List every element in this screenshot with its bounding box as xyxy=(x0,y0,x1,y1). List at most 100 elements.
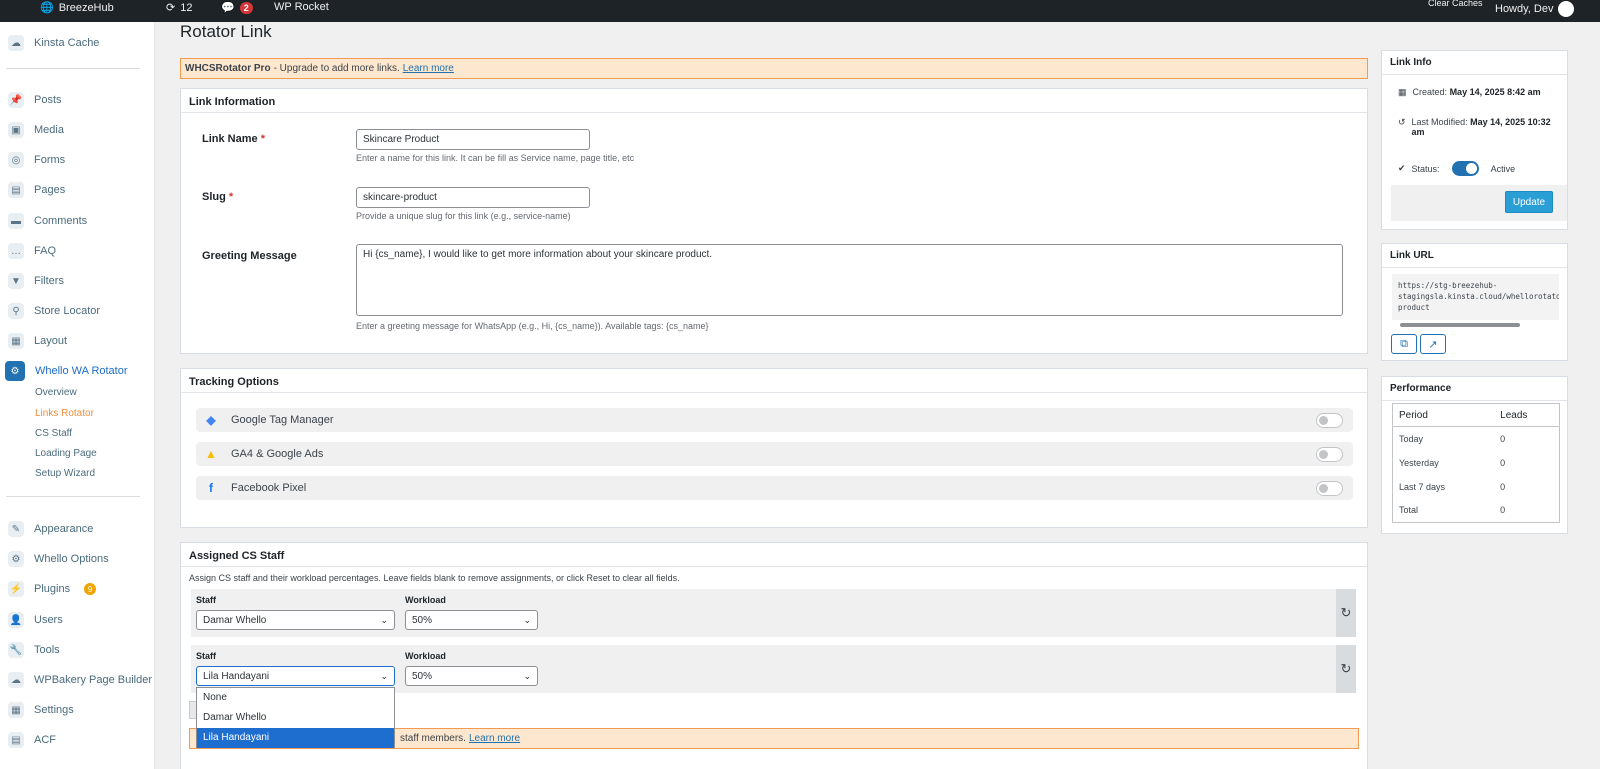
link-name-input[interactable]: Skincare Product xyxy=(356,129,590,150)
check-circle-icon: ✔ xyxy=(1398,163,1406,173)
plug-icon: ⚡ xyxy=(8,581,24,597)
sidebar-item-faq[interactable]: … FAQ xyxy=(8,243,56,259)
greeting-textarea[interactable]: Hi {cs_name}, I would like to get more i… xyxy=(356,244,1343,316)
submenu-overview[interactable]: Overview xyxy=(35,387,77,398)
site-link[interactable]: 🌐 BreezeHub xyxy=(40,1,114,15)
gtm-toggle[interactable] xyxy=(1316,413,1343,428)
settings-icon: ▦ xyxy=(8,702,24,718)
sidebar-item-appearance[interactable]: ✎ Appearance xyxy=(8,521,93,537)
submenu-loading-page[interactable]: Loading Page xyxy=(35,448,97,459)
workload-label: Workload xyxy=(405,651,446,661)
sidebar-item-users[interactable]: 👤 Users xyxy=(8,612,63,628)
sidebar-item-settings[interactable]: ▦ Settings xyxy=(8,702,74,718)
copy-icon[interactable]: ⧉ xyxy=(1391,334,1417,354)
link-name-label: Link Name * xyxy=(202,133,265,145)
comments-link[interactable]: 💬 2 xyxy=(221,1,253,14)
chevron-down-icon: ⌄ xyxy=(380,671,388,681)
panel-header: Performance xyxy=(1382,377,1567,401)
pages-icon: ▤ xyxy=(8,182,24,198)
staff-intro: Assign CS staff and their workload perce… xyxy=(189,573,680,583)
sidebar-item-comments[interactable]: ▬ Comments xyxy=(8,213,87,229)
sidebar-item-acf[interactable]: ▤ ACF xyxy=(8,732,56,748)
tracking-ga4: ▲ GA4 & Google Ads xyxy=(196,442,1353,466)
howdy-link[interactable]: Howdy, Dev xyxy=(1495,1,1575,17)
panel-header: Link URL xyxy=(1382,244,1567,268)
sidebar-item-kinsta-cache[interactable]: ☁ Kinsta Cache xyxy=(8,35,99,51)
sidebar-item-pages[interactable]: ▤ Pages xyxy=(8,182,65,198)
sidebar-item-media[interactable]: ▣ Media xyxy=(8,122,64,138)
staff-label: Staff xyxy=(196,595,216,605)
clear-caches-link[interactable]: Clear Caches xyxy=(1428,0,1483,8)
brush-icon: ✎ xyxy=(8,521,24,537)
divider xyxy=(6,68,140,69)
chevron-down-icon: ⌄ xyxy=(380,615,388,625)
reset-icon[interactable]: ↻ xyxy=(1336,589,1356,637)
workload-select-1[interactable]: 50% ⌄ xyxy=(405,610,538,630)
horizontal-scrollbar[interactable] xyxy=(1392,322,1559,328)
table-row: Today 0 xyxy=(1399,433,1506,444)
staff-dropdown-list: None Damar Whello Lila Handayani xyxy=(196,687,395,748)
grid-icon: ▦ xyxy=(8,333,24,349)
plugins-count: 9 xyxy=(84,583,97,595)
forms-icon: ◎ xyxy=(8,152,24,168)
ga4-toggle[interactable] xyxy=(1316,447,1343,462)
box-header: Tracking Options xyxy=(181,369,1367,393)
col-header: Period xyxy=(1392,403,1495,427)
dropdown-option[interactable]: None xyxy=(197,688,394,708)
submenu-links-rotator[interactable]: Links Rotator xyxy=(35,408,94,419)
staff-select-1[interactable]: Damar Whello ⌄ xyxy=(196,610,395,630)
panel-header: Link Info xyxy=(1382,51,1567,75)
workload-label: Workload xyxy=(405,595,446,605)
media-icon: ▣ xyxy=(8,122,24,138)
sidebar-item-wpbakery[interactable]: ☁ WPBakery Page Builder xyxy=(8,672,152,688)
wp-rocket-link[interactable]: WP Rocket xyxy=(274,1,329,13)
submenu-setup-wizard[interactable]: Setup Wizard xyxy=(35,468,95,479)
sidebar-item-store-locator[interactable]: ⚲ Store Locator xyxy=(8,303,100,319)
external-link-icon[interactable]: ↗ xyxy=(1420,334,1446,354)
sidebar-item-plugins[interactable]: ⚡ Plugins 9 xyxy=(8,581,97,597)
sidebar-item-posts[interactable]: 📌 Posts xyxy=(8,92,62,108)
reset-icon[interactable]: ↻ xyxy=(1336,645,1356,693)
learn-more-link[interactable]: Learn more xyxy=(469,733,520,744)
sidebar-item-filters[interactable]: ▼ Filters xyxy=(8,273,64,289)
acf-icon: ▤ xyxy=(8,732,24,748)
learn-more-link[interactable]: Learn more xyxy=(403,63,454,74)
staff-row-1: Staff Workload Damar Whello ⌄ 50% ⌄ ↻ xyxy=(191,589,1356,637)
slug-input[interactable]: skincare-product xyxy=(356,187,590,208)
url-code: https://stg-breezehub- stagingsla.kinsta… xyxy=(1392,274,1559,320)
col-header: Leads xyxy=(1494,403,1560,427)
tracking-facebook: f Facebook Pixel xyxy=(196,476,1353,500)
staff-select-2[interactable]: Lila Handayani ⌄ xyxy=(196,666,395,686)
sidebar-item-whello-wa-rotator[interactable]: ⚙ Whello WA Rotator xyxy=(5,361,128,381)
link-url-panel: Link URL https://stg-breezehub- stagings… xyxy=(1381,243,1568,361)
status-toggle[interactable] xyxy=(1451,161,1479,176)
wrench-icon: 🔧 xyxy=(8,642,24,658)
gear-icon: ⚙ xyxy=(5,361,25,381)
updates-link[interactable]: ⟳ 12 xyxy=(166,1,192,15)
status-row: ✔ Status: Active xyxy=(1398,161,1515,176)
sidebar-item-whello-options[interactable]: ⚙ Whello Options xyxy=(8,551,109,567)
box-header: Assigned CS Staff xyxy=(181,543,1367,567)
slug-label: Slug * xyxy=(202,191,234,203)
performance-panel: Performance Period Leads Today 0 Yesterda… xyxy=(1381,376,1568,534)
workload-select-2[interactable]: 50% ⌄ xyxy=(405,666,538,686)
submenu-cs-staff[interactable]: CS Staff xyxy=(35,428,72,439)
sidebar-item-layout[interactable]: ▦ Layout xyxy=(8,333,67,349)
dropdown-option[interactable]: Damar Whello xyxy=(197,708,394,728)
cloud-icon: ☁ xyxy=(8,35,24,51)
dropdown-option-selected[interactable]: Lila Handayani xyxy=(197,728,394,748)
pin-icon: 📌 xyxy=(8,92,24,108)
faq-icon: … xyxy=(8,243,24,259)
performance-table: Period Leads Today 0 Yesterday 0 Last 7 da… xyxy=(1392,403,1560,523)
refresh-icon: ⟳ xyxy=(166,2,176,14)
sidebar-item-tools[interactable]: 🔧 Tools xyxy=(8,642,60,658)
facebook-pixel-toggle[interactable] xyxy=(1316,481,1343,496)
gear-icon: ⚙ xyxy=(8,551,24,567)
update-button[interactable]: Update xyxy=(1505,191,1553,213)
staff-label: Staff xyxy=(196,651,216,661)
admin-sidebar: ☁ Kinsta Cache 📌 Posts ▣ Media ◎ Forms ▤ Page… xyxy=(0,22,155,769)
divider xyxy=(6,496,140,497)
table-row: Total 0 xyxy=(1399,505,1506,516)
sidebar-item-forms[interactable]: ◎ Forms xyxy=(8,152,65,168)
upgrade-notice: WHCSRotator Pro - Upgrade to add more li… xyxy=(180,58,1368,79)
